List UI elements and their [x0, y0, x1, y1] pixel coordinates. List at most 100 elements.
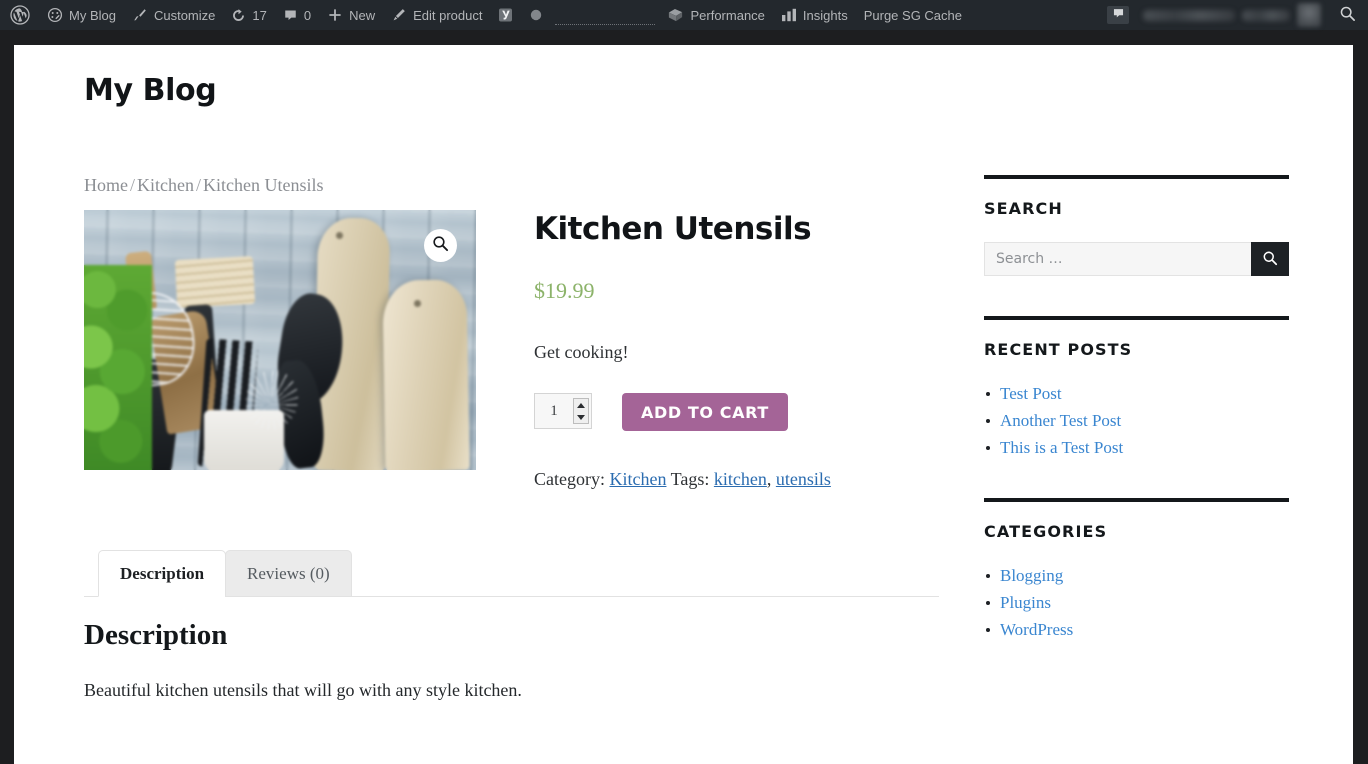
- quantity-stepper[interactable]: [534, 393, 592, 430]
- search-submit-button[interactable]: [1251, 242, 1289, 276]
- yoast-seo-icon: [498, 7, 513, 23]
- adminbar-comments-count: 0: [303, 7, 312, 23]
- product-summary-wrap: Kitchen Utensils $19.99 Get cooking! 1 A…: [84, 210, 939, 490]
- recent-post-link[interactable]: Test Post: [1000, 384, 1062, 403]
- breadcrumb-item-home[interactable]: Home: [84, 175, 128, 195]
- adminbar-progress-dots: [551, 0, 659, 30]
- adminbar-comment-icon-button[interactable]: [1107, 6, 1129, 24]
- breadcrumb: Home / Kitchen / Kitchen Utensils: [84, 175, 939, 196]
- site-title[interactable]: My Blog: [84, 73, 1289, 108]
- photo-soft-focus: [84, 210, 476, 470]
- product-summary: Kitchen Utensils $19.99 Get cooking! 1 A…: [534, 210, 934, 490]
- comment-bubble-icon: [283, 8, 298, 23]
- recent-post-link[interactable]: Another Test Post: [1000, 411, 1121, 430]
- adminbar-item-performance[interactable]: Performance: [659, 0, 772, 30]
- breadcrumb-item-current: Kitchen Utensils: [203, 175, 324, 195]
- adminbar-label: Performance: [690, 7, 765, 23]
- product-price: $19.99: [534, 278, 595, 304]
- tab-description[interactable]: Description: [98, 550, 227, 598]
- adminbar-label: Edit product: [413, 7, 483, 23]
- product-tabs-block: Description Reviews (0) Description Beau…: [84, 550, 939, 701]
- add-to-cart-button[interactable]: Add to cart: [622, 393, 788, 432]
- quantity-decrement-button[interactable]: [574, 411, 588, 423]
- wp-logo-button[interactable]: [0, 0, 39, 30]
- breadcrumb-separator: /: [196, 175, 202, 195]
- quantity-input[interactable]: [535, 394, 573, 429]
- plus-icon: [327, 7, 343, 23]
- adminbar-search-button[interactable]: [1329, 5, 1368, 25]
- adminbar-item-insights[interactable]: Insights: [773, 0, 856, 30]
- breadcrumb-item-kitchen[interactable]: Kitchen: [137, 175, 194, 195]
- search-input[interactable]: [984, 242, 1251, 276]
- search-form: [984, 242, 1289, 276]
- recent-posts-list: Test Post Another Test Post This is a Te…: [984, 383, 1289, 458]
- sidebar: Search R: [984, 175, 1289, 680]
- widget-title-categories: Categories: [984, 522, 1108, 541]
- adminbar-my-account[interactable]: [1135, 0, 1329, 30]
- main-content: Home / Kitchen / Kitchen Utensils Kitche…: [84, 175, 939, 701]
- wp-admin-bar: My Blog Customize 17 0 New Edit product …: [0, 0, 1368, 30]
- adminbar-label: Customize: [153, 7, 216, 23]
- product-tabs: Description Reviews (0): [84, 550, 939, 598]
- magnifier-icon: [432, 235, 449, 257]
- category-label: Category:: [534, 469, 605, 490]
- account-name-redacted: [1242, 9, 1290, 21]
- adminbar-item-customize[interactable]: Customize: [124, 0, 223, 30]
- adminbar-item-updates[interactable]: 17: [223, 0, 274, 30]
- search-icon: [1339, 6, 1356, 25]
- list-item: Blogging: [984, 565, 1289, 586]
- adminbar-label: New: [349, 7, 376, 23]
- recent-post-link[interactable]: This is a Test Post: [1000, 438, 1123, 457]
- site-header: My Blog: [84, 45, 1289, 175]
- list-item: Plugins: [984, 592, 1289, 613]
- category-link[interactable]: Blogging: [1000, 566, 1063, 585]
- adminbar-label: Insights: [802, 7, 848, 23]
- adminbar-label: Purge SG Cache: [863, 7, 962, 23]
- adminbar-right-group: [1107, 0, 1368, 30]
- quantity-increment-button[interactable]: [574, 399, 588, 411]
- updates-icon: [231, 8, 246, 23]
- category-link[interactable]: WordPress: [1000, 620, 1073, 639]
- dashboard-icon: [47, 7, 63, 23]
- account-greeting-redacted: [1143, 9, 1235, 21]
- product-short-description: Get cooking!: [534, 342, 629, 363]
- breadcrumb-separator: /: [130, 175, 136, 195]
- tags-label: Tags:: [670, 469, 710, 490]
- list-item: This is a Test Post: [984, 437, 1289, 458]
- product-tag-link[interactable]: kitchen: [714, 469, 767, 489]
- widget-title-search: Search: [984, 199, 1063, 218]
- comment-bubble-icon: [1112, 7, 1125, 23]
- product-tag-link[interactable]: utensils: [776, 469, 831, 489]
- product-gallery: [84, 210, 476, 470]
- adminbar-item-purge-sg-cache[interactable]: Purge SG Cache: [856, 0, 970, 30]
- product-category-link[interactable]: Kitchen: [609, 469, 666, 489]
- product-meta: Category: Kitchen Tags: kitchen, utensil…: [534, 469, 934, 490]
- wordpress-logo-icon: [10, 5, 30, 25]
- adminbar-item-my-blog[interactable]: My Blog: [39, 0, 124, 30]
- widget-categories: Categories Blogging Plugins WordPress: [984, 498, 1289, 640]
- site-inner: My Blog Home / Kitchen / Kitchen Utensils: [84, 45, 1289, 701]
- adminbar-item-comments[interactable]: 0: [275, 0, 319, 30]
- search-icon: [1262, 250, 1278, 269]
- performance-icon: [667, 7, 684, 23]
- product-image-zoom-button[interactable]: [424, 229, 457, 262]
- widget-title-recent-posts: Recent Posts: [984, 340, 1133, 359]
- list-item: Another Test Post: [984, 410, 1289, 431]
- description-text: Beautiful kitchen utensils that will go …: [84, 680, 522, 701]
- tab-reviews[interactable]: Reviews (0): [225, 550, 352, 598]
- adminbar-updates-count: 17: [252, 7, 267, 23]
- content-columns: Home / Kitchen / Kitchen Utensils Kitche…: [84, 175, 1289, 701]
- bar-chart-icon: [781, 8, 797, 22]
- adminbar-item-edit-product[interactable]: Edit product: [383, 0, 490, 30]
- widget-recent-posts: Recent Posts Test Post Another Test Post…: [984, 316, 1289, 458]
- list-item: WordPress: [984, 619, 1289, 640]
- adminbar-item-seo-status[interactable]: [521, 0, 551, 30]
- description-heading: Description: [84, 619, 228, 652]
- adminbar-item-new[interactable]: New: [319, 0, 383, 30]
- quantity-spinner[interactable]: [573, 398, 589, 425]
- seo-status-dot-icon: [529, 8, 543, 22]
- product-image[interactable]: [84, 210, 476, 470]
- adminbar-item-yoast-seo[interactable]: [490, 0, 521, 30]
- paintbrush-icon: [132, 7, 148, 23]
- category-link[interactable]: Plugins: [1000, 593, 1051, 612]
